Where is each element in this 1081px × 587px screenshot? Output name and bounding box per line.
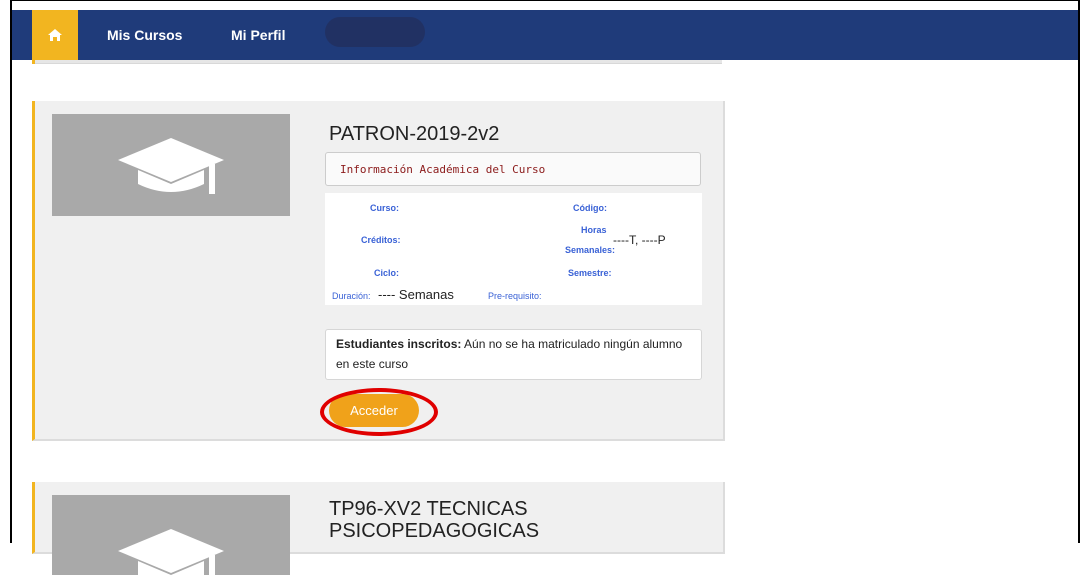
course-title: PATRON-2019-2v2 <box>329 123 500 145</box>
horas-label: Horas <box>581 225 607 235</box>
course-title: TP96-XV2 TECNICAS PSICOPEDAGOGICAS <box>329 498 540 542</box>
previous-card-edge <box>32 60 722 64</box>
highlight-circle <box>320 388 438 436</box>
course-thumbnail <box>52 114 290 216</box>
graduation-cap-icon <box>118 138 224 194</box>
semestre-label: Semestre: <box>568 268 612 278</box>
home-button[interactable] <box>32 10 78 60</box>
home-icon <box>48 29 62 41</box>
academic-info-header[interactable]: Información Académica del Curso <box>325 152 701 186</box>
top-navbar: Mis Cursos Mi Perfil <box>12 10 1078 60</box>
graduation-cap-icon <box>118 529 224 585</box>
frame-top <box>10 0 1080 1</box>
course-details: Curso: Código: Créditos: Horas Semanales… <box>325 193 702 305</box>
academic-info-label: Información Académica del Curso <box>340 163 546 176</box>
frame-right <box>1078 0 1080 543</box>
students-label: Estudiantes inscritos: <box>336 337 462 351</box>
semanales-label: Semanales: <box>565 245 616 255</box>
course-card: PATRON-2019-2v2 Información Académica de… <box>32 101 725 441</box>
course-card: TP96-XV2 TECNICAS PSICOPEDAGOGICAS <box>32 482 725 585</box>
ciclo-label: Ciclo: <box>374 268 400 278</box>
codigo-label: Código: <box>573 203 607 213</box>
duracion-value: ---- Semanas <box>378 287 454 302</box>
nav-mis-cursos[interactable]: Mis Cursos <box>107 10 182 60</box>
creditos-label: Créditos: <box>361 235 401 245</box>
duracion-label: Duración: <box>332 291 371 301</box>
horas-value: ----T, ----P <box>613 233 666 247</box>
nav-mi-perfil[interactable]: Mi Perfil <box>231 10 285 60</box>
prerequisito-label: Pre-requisito: <box>488 291 542 301</box>
curso-label: Curso: <box>370 203 399 213</box>
frame-left <box>10 0 12 543</box>
course-thumbnail <box>52 495 290 585</box>
nav-extra-item[interactable] <box>325 17 425 47</box>
enrolled-students-box: Estudiantes inscritos: Aún no se ha matr… <box>325 329 702 380</box>
previous-card-accent <box>32 60 35 64</box>
